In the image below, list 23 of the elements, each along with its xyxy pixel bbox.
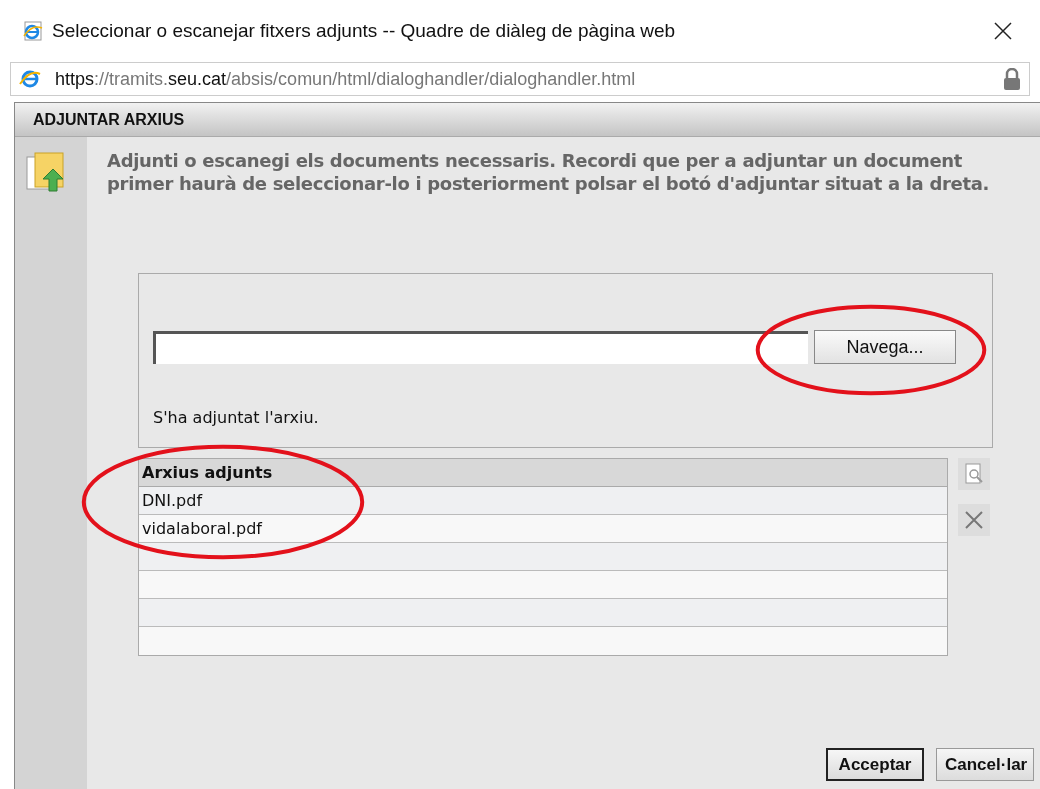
table-row[interactable]: vidalaboral.pdf <box>139 515 947 543</box>
address-bar[interactable]: https://tramits.seu.cat/absis/comun/html/dialoghandler/dialoghandler.html <box>10 62 1030 96</box>
browse-button[interactable]: Navega... <box>814 330 956 364</box>
table-cell-text: vidalaboral.pdf <box>142 517 262 540</box>
window-title: Seleccionar o escanejar fitxers adjunts -- Quadre de diàleg de pàgina web <box>52 18 677 43</box>
browser-icon <box>19 69 41 89</box>
close-icon <box>963 509 985 531</box>
url-text: https://tramits.seu.cat/absis/comun/html/dialoghandler/dialoghandler.html <box>55 67 637 91</box>
close-icon <box>993 21 1013 41</box>
panel-title: ADJUNTAR ARXIUS <box>33 109 185 130</box>
lock-icon <box>1003 68 1021 90</box>
table-cell-text: DNI.pdf <box>142 489 203 512</box>
folder-upload-icon <box>25 151 65 195</box>
column-header: Arxius adjunts <box>142 461 273 484</box>
status-message: S'ha adjuntat l'arxiu. <box>153 407 320 429</box>
browser-icon <box>22 20 44 42</box>
delete-button[interactable] <box>958 504 990 536</box>
file-path-field[interactable] <box>153 330 808 364</box>
dialog-button[interactable]: Cancel·lar <box>936 748 1034 781</box>
instructions-text: Adjunti o escanegi els documents necessaris. Recordi que per a adjuntar un document primer haurà de seleccionar-lo i posteriorment polsar el botó d'adjuntar situat a la dreta. <box>107 149 991 195</box>
magnifier-document-icon <box>963 462 985 486</box>
table-row[interactable]: DNI.pdf <box>139 487 947 515</box>
dialog-button[interactable]: Acceptar <box>826 748 924 781</box>
